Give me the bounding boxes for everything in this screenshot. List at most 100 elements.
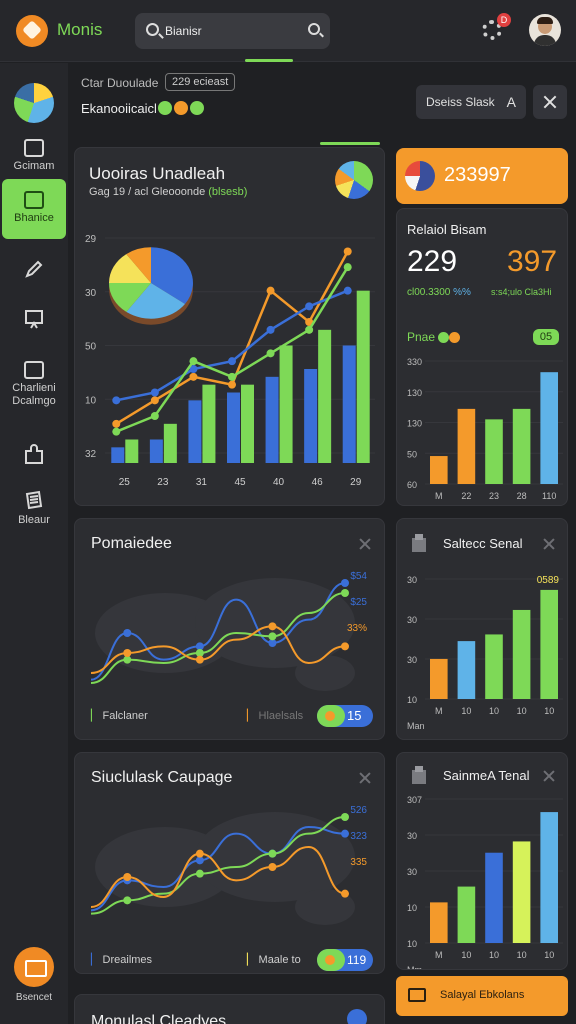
- side-bar-chart-2: 307 30 30 10 10 M 10 10 10 10 Mm: [407, 795, 563, 969]
- status-dot-green: [158, 101, 172, 115]
- bar: [356, 290, 370, 463]
- world-chart-card-1: Pomaiedee $54 $25 33% ▏ Falclaner ▏ Hlaels…: [74, 518, 385, 740]
- world-line-chart-2: 526 323 335: [90, 805, 367, 925]
- line-point: [150, 412, 159, 420]
- bar: [512, 408, 531, 484]
- bar: [512, 841, 531, 943]
- calendar-icon[interactable]: [14, 947, 54, 987]
- line-point: [150, 388, 159, 397]
- x-tick-label: 40: [273, 477, 285, 488]
- legend-left-marker: ▏: [91, 710, 100, 722]
- bar: [125, 439, 139, 463]
- side-chart-card-2: SainmeA Tenal 307 30 30 10 10 M 10 10 10 10 Mm: [396, 752, 568, 970]
- main-chart-card: Uooiras Unadleah Gag 19 / acl Gleooonde …: [74, 147, 385, 506]
- line-point: [268, 849, 277, 858]
- series-label: $25: [350, 597, 367, 608]
- sidebar-item-bleaur[interactable]: Bleaur: [0, 489, 68, 527]
- row-label-text: Pnae: [407, 330, 436, 344]
- line-point: [341, 589, 349, 597]
- x-tick-label: 10: [544, 706, 554, 716]
- count-badge: 229 ecieast: [165, 73, 236, 91]
- x-tick-label: 10: [461, 950, 471, 960]
- world-card-1-badge[interactable]: 15: [317, 705, 373, 727]
- sidebar: Gcimam Bhanice Charlieni Dcalmgo Bleaur …: [0, 63, 68, 1024]
- header-action-label: Dseiss Slask: [426, 95, 495, 109]
- user-avatar[interactable]: [529, 14, 561, 46]
- line-point: [150, 396, 159, 405]
- row-label: Pnae: [407, 330, 461, 344]
- series-label: $54: [350, 571, 367, 582]
- summary-button[interactable]: Salayal Ebkolans: [396, 976, 568, 1016]
- line-point: [268, 622, 277, 631]
- bar: [304, 369, 318, 463]
- close-button[interactable]: [533, 85, 567, 119]
- y-tick-label: 307: [407, 795, 422, 805]
- sidebar-item-label: Bleaur: [18, 514, 50, 526]
- mini-pie-icon[interactable]: [335, 161, 373, 199]
- globe-icon[interactable]: [14, 83, 54, 123]
- legend-left: ▏ Dreailmes: [91, 953, 152, 966]
- bar-annotation: 0589: [537, 575, 560, 586]
- world-card-2-title: Siuclulask Caupage: [91, 769, 233, 786]
- world-card-2-badge[interactable]: 119: [317, 949, 373, 971]
- sidebar-item-puzzle[interactable]: [0, 443, 68, 467]
- line-point: [305, 302, 314, 311]
- status-dot-orange: [449, 332, 461, 344]
- x-tick-label: 10: [544, 950, 554, 960]
- line-point: [123, 873, 132, 881]
- y-tick-label: 30: [407, 831, 417, 841]
- summary-button-label: Salayal Ebkolans: [440, 989, 525, 1001]
- window-icon: [408, 988, 426, 1002]
- y-tick-label: 30: [407, 655, 417, 665]
- bar: [430, 902, 448, 943]
- status-dot-green: [438, 332, 450, 344]
- sidebar-item-charlieni[interactable]: Charlieni Dcalmgo: [0, 361, 68, 408]
- bar: [241, 384, 254, 463]
- line-point: [195, 869, 204, 878]
- sidebar-item-gcimam[interactable]: Gcimam: [0, 139, 68, 173]
- x-tick-label: 28: [517, 491, 527, 501]
- sidebar-item-present[interactable]: [0, 308, 68, 330]
- bar: [202, 384, 216, 463]
- close-icon[interactable]: [358, 537, 372, 551]
- metric-right-caption: s:s4;ulo Cla3Hi: [491, 287, 552, 297]
- line-point: [343, 263, 352, 272]
- line-point: [266, 325, 275, 334]
- sidebar-item-edit[interactable]: [0, 258, 68, 280]
- bar: [227, 392, 240, 463]
- settings-gear-icon[interactable]: D: [480, 13, 511, 42]
- line-point: [123, 649, 132, 657]
- kpi-card[interactable]: 233997: [396, 148, 568, 204]
- sidebar-item-label: Gcimam: [13, 160, 55, 172]
- world-card-1-title: Pomaiedee: [91, 535, 172, 552]
- bottom-card-title: Monulasl Cleadyes: [91, 1013, 227, 1024]
- bar: [457, 408, 476, 484]
- legend-left: ▏ Falclaner: [91, 709, 148, 722]
- info-icon[interactable]: [347, 1009, 367, 1024]
- row-badge[interactable]: 05: [533, 329, 559, 345]
- line-point: [228, 380, 236, 389]
- sidebar-item-bhanice[interactable]: Bhanice: [2, 179, 66, 239]
- bar: [149, 439, 163, 463]
- y-tick-label: 330: [407, 357, 422, 367]
- kpi-value: 233997: [444, 164, 511, 186]
- search-input[interactable]: [165, 21, 295, 41]
- search-submit-icon[interactable]: [308, 23, 320, 35]
- header-action-button[interactable]: Dseiss Slask A: [416, 85, 526, 119]
- sidebar-item-label: Bhanice: [14, 212, 54, 224]
- badge-value: 119: [347, 953, 367, 967]
- y-tick-label: 50: [407, 449, 417, 459]
- main-card-title: Uooiras Unadleah: [89, 164, 226, 183]
- pencil-icon: [25, 260, 43, 278]
- brand-logo[interactable]: [16, 15, 48, 47]
- close-icon[interactable]: [358, 771, 372, 785]
- y-tick-label: 32: [85, 449, 97, 460]
- search-bar[interactable]: [135, 13, 330, 49]
- line-point: [123, 629, 132, 637]
- close-icon[interactable]: [542, 537, 556, 551]
- status-dots: [158, 101, 206, 120]
- x-tick-label: 10: [461, 706, 471, 716]
- badge-dot: [325, 711, 335, 721]
- x-tick-label: 23: [157, 477, 169, 488]
- close-icon[interactable]: [542, 769, 556, 783]
